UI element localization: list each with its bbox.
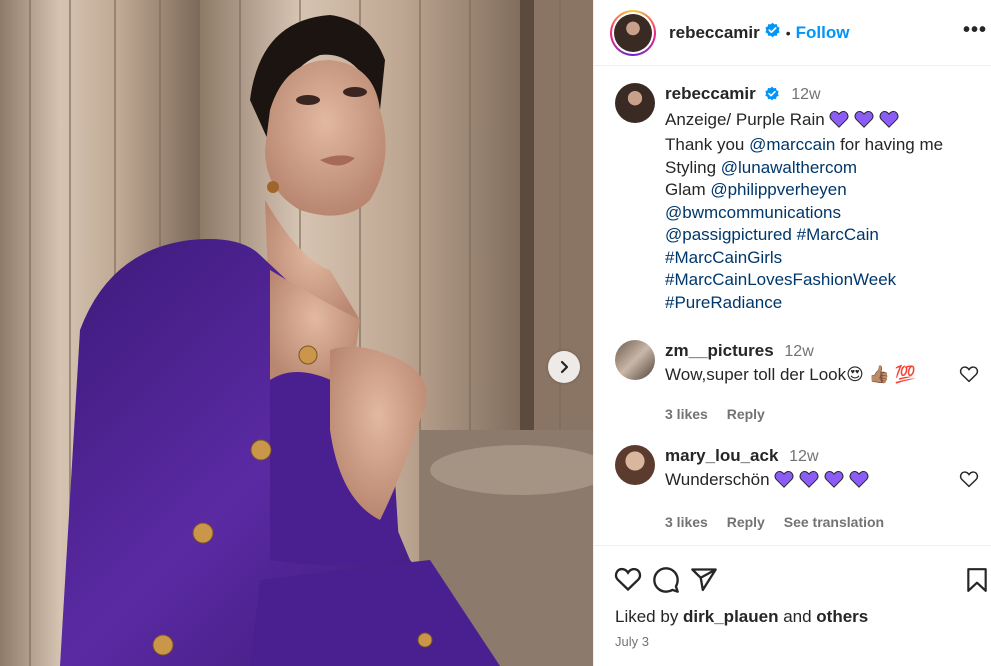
purple-heart-icon: [799, 470, 819, 495]
comment-like-button[interactable]: [959, 470, 979, 493]
post-actions: Liked by dirk_plauen and others July 3: [594, 545, 991, 666]
caption-time[interactable]: 12w: [791, 86, 820, 103]
heart-icon: [959, 366, 979, 383]
mention-link[interactable]: @passigpictured: [665, 225, 792, 244]
reply-button[interactable]: Reply: [727, 514, 765, 530]
comment-button[interactable]: [652, 566, 680, 599]
hashtag-link[interactable]: #PureRadiance: [665, 293, 782, 312]
comment-username[interactable]: mary_lou_ack: [665, 446, 778, 465]
purple-heart-icon: [854, 110, 874, 135]
like-button[interactable]: [614, 566, 642, 599]
caption-line-2-suffix: for having me: [835, 135, 944, 154]
hashtag-link[interactable]: #MarcCainLovesFashionWeek: [665, 270, 896, 289]
see-translation-button[interactable]: See translation: [784, 514, 884, 530]
comments-section: rebeccamir 12w Anzeige/ Purple Rain Than…: [594, 67, 991, 545]
purple-heart-icon: [824, 470, 844, 495]
purple-heart-icon: [829, 110, 849, 135]
comment-username[interactable]: zm__pictures: [665, 341, 774, 360]
mention-link[interactable]: @bwmcommunications: [665, 203, 841, 222]
header-username[interactable]: rebeccamir: [669, 23, 760, 43]
comment-avatar[interactable]: [615, 445, 655, 485]
caption-line-2-prefix: Thank you: [665, 135, 750, 154]
post-date[interactable]: July 3: [615, 634, 649, 649]
mention-link[interactable]: @philippverheyen: [710, 180, 846, 199]
liked-and: and: [778, 607, 817, 626]
avatar: [614, 13, 652, 52]
comment-text: Wow,super toll der Look: [665, 364, 847, 384]
comment-like-button[interactable]: [959, 365, 979, 388]
liked-by-text: Liked by dirk_plauen and others: [615, 607, 868, 627]
profile-avatar-ring[interactable]: [610, 9, 656, 56]
caption-line-4-prefix: Glam: [665, 180, 711, 199]
verified-badge-icon: [764, 22, 781, 44]
bookmark-icon: [967, 568, 987, 592]
post-image[interactable]: [0, 0, 593, 666]
purple-heart-icon: [879, 110, 899, 135]
comment-time[interactable]: 12w: [789, 448, 818, 465]
follow-button[interactable]: Follow: [796, 23, 850, 43]
comment-text: Wunderschön: [665, 469, 770, 489]
caption-line-3-prefix: Styling: [665, 157, 721, 177]
post-header: rebeccamir • Follow •••: [594, 0, 991, 66]
share-button[interactable]: [690, 566, 718, 599]
header-separator: •: [785, 24, 791, 41]
mention-link[interactable]: @marccain: [749, 135, 835, 154]
comment-likes[interactable]: 3 likes: [665, 406, 708, 422]
liked-user[interactable]: dirk_plauen: [683, 607, 778, 626]
liked-others[interactable]: others: [816, 607, 868, 626]
mention-link[interactable]: @lunawalthercom: [721, 158, 857, 177]
next-image-button[interactable]: [548, 351, 580, 383]
post-photo: [0, 0, 593, 666]
caption-username[interactable]: rebeccamir: [665, 84, 756, 103]
comment-icon: [653, 567, 679, 593]
purple-heart-icon: [774, 470, 794, 495]
heart-icon: [959, 471, 979, 488]
more-options-icon[interactable]: •••: [963, 20, 987, 40]
post-side-panel: rebeccamir • Follow ••• rebeccamir 12w A…: [593, 0, 991, 666]
hashtag-link[interactable]: #MarcCain: [797, 225, 879, 244]
caption-line-1: Anzeige/ Purple Rain: [665, 109, 825, 129]
reply-button[interactable]: Reply: [727, 406, 765, 422]
liked-prefix: Liked by: [615, 607, 684, 626]
share-icon: [691, 568, 717, 592]
heart-icon: [614, 567, 642, 592]
hashtag-link[interactable]: #MarcCainGirls: [665, 248, 782, 267]
comment-likes[interactable]: 3 likes: [665, 514, 708, 530]
chevron-right-icon: [560, 360, 569, 374]
comment-avatar[interactable]: [615, 340, 655, 380]
purple-heart-icon: [849, 470, 869, 495]
comment-emojis: 😍 👍🏽 💯: [846, 364, 916, 384]
caption-avatar[interactable]: [615, 83, 655, 123]
verified-badge-icon: [764, 86, 780, 109]
save-button[interactable]: [964, 566, 990, 599]
comment-time[interactable]: 12w: [784, 343, 813, 360]
